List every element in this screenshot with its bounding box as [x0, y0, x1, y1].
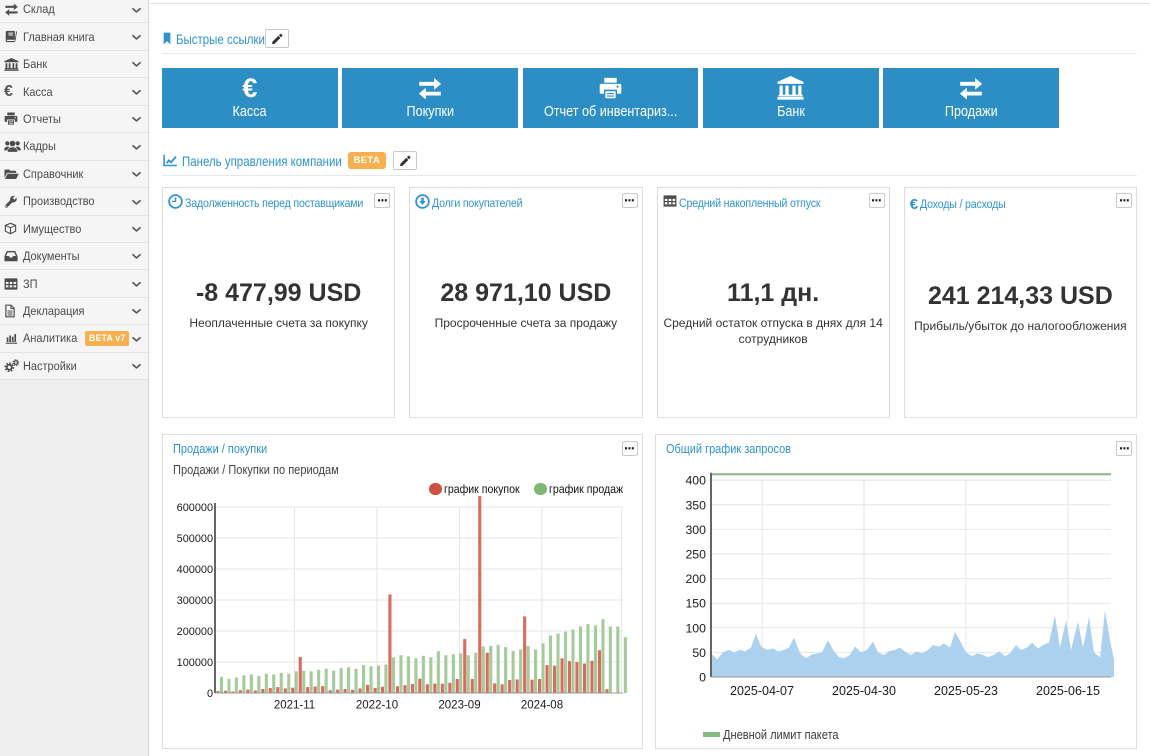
- svg-text:250: 250: [685, 548, 706, 562]
- svg-text:2025-04-07: 2025-04-07: [730, 684, 794, 698]
- svg-text:600000: 600000: [177, 502, 213, 514]
- svg-text:2024-08: 2024-08: [521, 700, 563, 712]
- svg-text:500000: 500000: [177, 533, 213, 545]
- svg-text:0: 0: [699, 671, 706, 685]
- svg-text:400: 400: [685, 474, 706, 488]
- svg-text:100000: 100000: [177, 657, 213, 669]
- svg-text:300: 300: [685, 523, 706, 537]
- svg-text:2023-09: 2023-09: [438, 700, 480, 712]
- svg-text:2025-06-15: 2025-06-15: [1036, 684, 1100, 698]
- svg-text:200000: 200000: [177, 626, 213, 638]
- svg-text:50: 50: [692, 646, 706, 660]
- svg-text:350: 350: [685, 498, 706, 512]
- svg-text:150: 150: [685, 597, 706, 611]
- svg-text:300000: 300000: [177, 595, 213, 607]
- svg-text:200: 200: [685, 572, 706, 586]
- svg-text:100: 100: [685, 621, 706, 635]
- svg-text:2022-10: 2022-10: [356, 700, 398, 712]
- svg-text:2025-04-30: 2025-04-30: [832, 684, 896, 698]
- svg-text:0: 0: [207, 688, 213, 700]
- svg-text:400000: 400000: [177, 564, 213, 576]
- svg-text:2025-05-23: 2025-05-23: [934, 684, 998, 698]
- svg-text:2021-11: 2021-11: [274, 700, 315, 712]
